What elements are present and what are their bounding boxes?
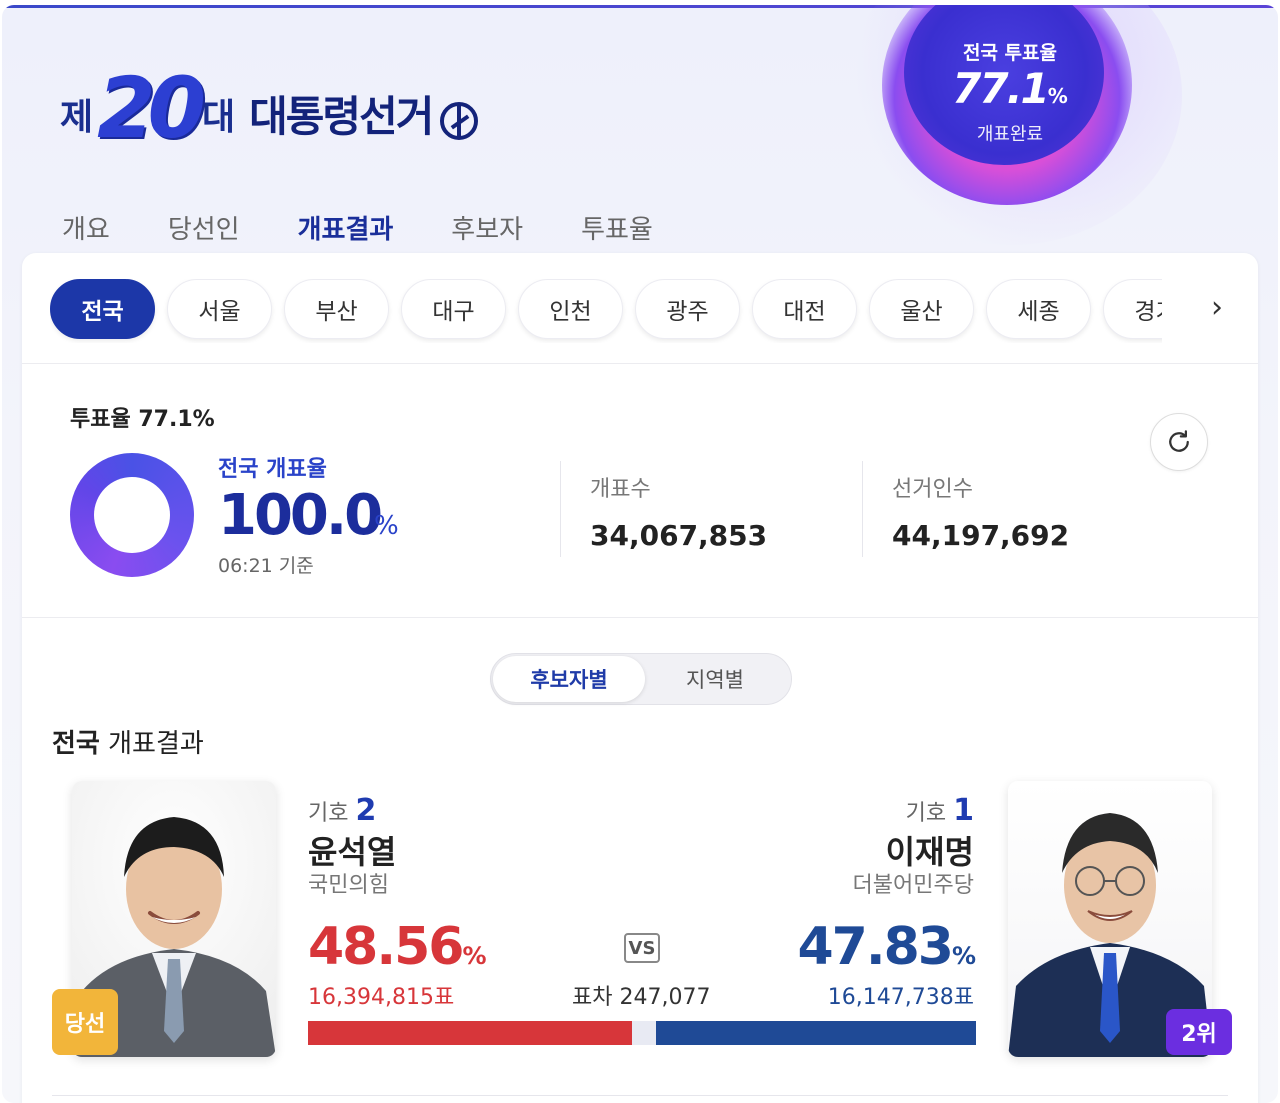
tab-0[interactable]: 개요 <box>62 209 110 259</box>
tab-3[interactable]: 후보자 <box>451 209 523 259</box>
turnout-label: 투표율 77.1% <box>70 407 215 432</box>
section-title: 전국 개표결과 <box>52 729 204 759</box>
candidate-pct-right: 47.83% <box>797 917 976 977</box>
tab-1[interactable]: 당선인 <box>168 209 240 259</box>
rank-badge: 2위 <box>1166 1009 1232 1055</box>
candidate-votes-left: 16,394,815표 <box>308 985 455 1010</box>
region-chip-7[interactable]: 울산 <box>869 279 974 339</box>
main-tabs: 개요 당선인 개표결과 후보자 투표율 <box>62 209 711 259</box>
timestamp: 06:21 기준 <box>218 555 314 577</box>
refresh-button[interactable] <box>1150 413 1208 471</box>
region-chip-0[interactable]: 전국 <box>50 279 155 339</box>
chevron-right-icon[interactable]: › <box>1202 293 1232 323</box>
region-chip-3[interactable]: 대구 <box>401 279 506 339</box>
region-chip-1[interactable]: 서울 <box>167 279 272 339</box>
title-prefix: 제 <box>60 97 94 138</box>
candidate-number-right: 기호 1 <box>905 793 974 828</box>
count-rate-unit: % <box>374 511 399 541</box>
title-suffix: 대 <box>202 97 236 138</box>
candidate-votes-right: 16,147,738표 <box>827 985 974 1010</box>
refresh-icon <box>1169 430 1189 452</box>
electorate-value: 44,197,692 <box>892 519 1070 552</box>
region-chip-5[interactable]: 광주 <box>635 279 740 339</box>
election-title: 제 20 대 대통령선거 <box>60 59 479 157</box>
vote-bar-left <box>308 1021 632 1045</box>
vote-difference: 표차 247,077 <box>572 985 711 1010</box>
ballot-stamp-icon <box>440 102 479 140</box>
region-chip-2[interactable]: 부산 <box>284 279 389 339</box>
region-chip-6[interactable]: 대전 <box>752 279 857 339</box>
candidate-pct-left: 48.56% <box>308 917 487 977</box>
candidate-party-right: 더불어민주당 <box>852 873 974 898</box>
vote-bar-remainder <box>632 1021 656 1045</box>
title-number: 20 <box>97 59 206 157</box>
vote-bar-right <box>656 1021 976 1045</box>
candidate-number-left: 기호 2 <box>308 793 377 828</box>
results-card: 전국서울부산대구인천광주대전울산세종경기 › 투표율 77.1% 전국 개표율 … <box>22 253 1258 1103</box>
turnout-badge-value: 77.1% <box>952 64 1068 113</box>
count-rate-value: 100.0 <box>218 483 383 548</box>
divider <box>52 1095 1228 1096</box>
view-toggle: 후보자별 지역별 <box>490 653 792 705</box>
by-region-button[interactable]: 지역별 <box>639 656 791 702</box>
electorate-label: 선거인수 <box>892 477 973 502</box>
region-chip-4[interactable]: 인천 <box>518 279 623 339</box>
turnout-badge-status: 개표완료 <box>976 124 1044 145</box>
turnout-badge-label: 전국 투표율 <box>962 42 1057 64</box>
region-selector: 전국서울부산대구인천광주대전울산세종경기 <box>50 279 1162 343</box>
by-candidate-button[interactable]: 후보자별 <box>493 656 645 702</box>
count-progress-donut <box>70 453 194 577</box>
turnout-badge: 전국 투표율 77.1% 개표완료 <box>842 5 1182 245</box>
election-page: 제 20 대 대통령선거 전국 투표율 77.1% 개표완료 개요 당선인 개표결과… <box>2 5 1278 1103</box>
candidate-party-left: 국민의힘 <box>308 873 389 898</box>
title-main: 대통령선거 <box>249 92 434 141</box>
ballots-label: 개표수 <box>590 477 651 502</box>
vs-label: VS <box>624 933 660 963</box>
region-chip-8[interactable]: 세종 <box>986 279 1091 339</box>
divider <box>560 461 561 557</box>
divider <box>862 461 863 557</box>
tab-4[interactable]: 투표율 <box>581 209 653 259</box>
ballots-value: 34,067,853 <box>590 519 768 552</box>
divider <box>22 617 1258 618</box>
winner-badge: 당선 <box>52 989 118 1055</box>
tab-2[interactable]: 개표결과 <box>297 209 394 259</box>
count-rate-label: 전국 개표율 <box>218 457 327 482</box>
region-chip-9[interactable]: 경기 <box>1103 279 1162 339</box>
divider <box>22 363 1258 364</box>
